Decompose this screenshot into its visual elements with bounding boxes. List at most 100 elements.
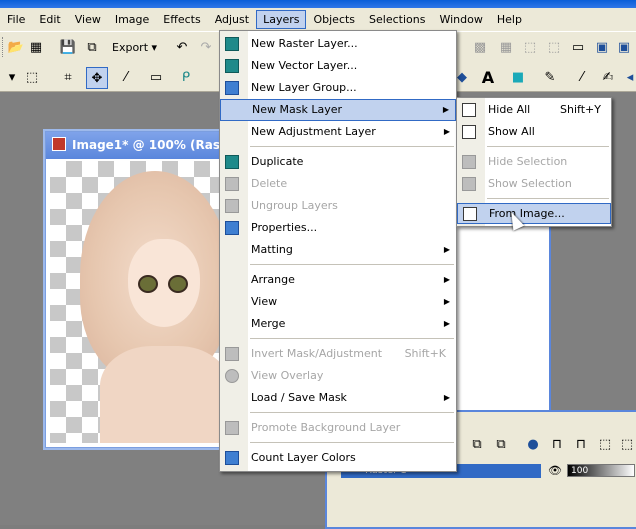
new-layer-group-icon bbox=[225, 81, 239, 95]
pan-arrow-icon[interactable]: ▾ bbox=[2, 67, 22, 87]
artwork-body bbox=[100, 346, 220, 443]
properties-icon bbox=[225, 221, 239, 235]
menu-item-invert-mask[interactable]: Invert Mask/Adjustment Shift+K bbox=[220, 344, 456, 364]
menu-view[interactable]: View bbox=[68, 10, 108, 29]
export-label: Export bbox=[112, 41, 149, 54]
select-icon[interactable]: ▩ bbox=[470, 37, 490, 57]
menu-separator bbox=[487, 198, 609, 199]
fill-icon[interactable]: ⬚ bbox=[544, 37, 564, 57]
submenu-item-from-image[interactable]: From Image... bbox=[457, 203, 611, 224]
lasso-icon[interactable]: ᑭ bbox=[176, 67, 196, 87]
menu-item-merge[interactable]: Merge ▶ bbox=[220, 314, 456, 334]
menu-item-delete[interactable]: Delete bbox=[220, 174, 456, 194]
image-icon[interactable]: ▣ bbox=[614, 37, 634, 57]
image-doc-icon bbox=[52, 137, 66, 151]
pick-tool-icon[interactable]: ⁄ bbox=[116, 67, 136, 87]
menu-image[interactable]: Image bbox=[108, 10, 156, 29]
visibility-eye-icon[interactable]: 👁 bbox=[545, 460, 565, 480]
palette-tool-icon-3[interactable]: ● bbox=[523, 434, 543, 454]
redo-icon[interactable]: ↷ bbox=[196, 37, 216, 57]
menu-effects[interactable]: Effects bbox=[156, 10, 207, 29]
opacity-value: 100 bbox=[571, 466, 589, 476]
submenu-item-show-selection[interactable]: Show Selection bbox=[457, 174, 611, 194]
menu-item-arrange[interactable]: Arrange ▶ bbox=[220, 270, 456, 290]
palette-tool-icon-5[interactable]: ⊓ bbox=[571, 434, 591, 454]
menu-item-view[interactable]: View ▶ bbox=[220, 292, 456, 312]
selection-tool-icon[interactable]: ⬚ bbox=[22, 67, 42, 87]
submenu-arrow-icon: ▶ bbox=[443, 127, 450, 136]
export-button[interactable]: Export ▾ bbox=[112, 41, 157, 54]
palette-icon[interactable]: ▣ bbox=[592, 37, 612, 57]
image-canvas[interactable] bbox=[50, 161, 220, 443]
image-window[interactable]: Image1* @ 100% (Raster bbox=[45, 131, 223, 448]
grid-icon[interactable]: ▦ bbox=[496, 37, 516, 57]
palette-tool-icon-2[interactable]: ⧉ bbox=[491, 434, 511, 454]
submenu-item-hide-selection[interactable]: Hide Selection bbox=[457, 152, 611, 172]
menu-item-properties[interactable]: Properties... bbox=[220, 218, 456, 238]
submenu-item-show-all[interactable]: Show All bbox=[457, 122, 611, 142]
pen-tool-icon[interactable]: ✎ bbox=[540, 67, 560, 87]
text-tool-icon[interactable]: A bbox=[478, 67, 498, 87]
menu-window[interactable]: Window bbox=[432, 10, 489, 29]
menu-item-label: Load / Save Mask bbox=[251, 391, 347, 404]
palette-tool-icon-1[interactable]: ⧉ bbox=[467, 434, 487, 454]
menu-item-new-adjustment-layer[interactable]: New Adjustment Layer ▶ bbox=[220, 122, 456, 142]
palette-tool-icon-6[interactable]: ⬚ bbox=[595, 434, 615, 454]
opacity-slider[interactable]: 100 bbox=[567, 464, 635, 477]
submenu-arrow-icon: ▶ bbox=[443, 319, 450, 328]
layers-menu: New Raster Layer... New Vector Layer... … bbox=[219, 30, 457, 472]
app-title-bar bbox=[0, 0, 636, 8]
hide-all-icon bbox=[462, 103, 476, 117]
menu-item-new-layer-group[interactable]: New Layer Group... bbox=[220, 78, 456, 98]
rect-select-icon[interactable]: ▭ bbox=[146, 67, 166, 87]
brush-icon[interactable]: ✍ bbox=[598, 67, 618, 87]
menu-separator bbox=[250, 146, 454, 147]
menu-item-new-raster-layer[interactable]: New Raster Layer... bbox=[220, 34, 456, 54]
menu-separator bbox=[250, 442, 454, 443]
menu-item-view-overlay[interactable]: View Overlay bbox=[220, 366, 456, 386]
submenu-arrow-icon: ▶ bbox=[443, 297, 450, 306]
menu-item-matting[interactable]: Matting ▶ bbox=[220, 240, 456, 260]
menu-selections[interactable]: Selections bbox=[362, 10, 432, 29]
shape-tool-icon[interactable]: ■ bbox=[508, 67, 528, 87]
submenu-item-hide-all[interactable]: Hide All Shift+Y bbox=[457, 100, 611, 120]
menu-item-promote-background[interactable]: Promote Background Layer bbox=[220, 418, 456, 438]
mask-layer-submenu: Hide All Shift+Y Show All Hide Selection … bbox=[456, 97, 612, 227]
save-icon[interactable]: 💾 bbox=[58, 37, 78, 57]
menu-item-load-save-mask[interactable]: Load / Save Mask ▶ bbox=[220, 388, 456, 408]
crop-tool-icon[interactable]: ⌗ bbox=[58, 67, 78, 87]
move-tool-icon[interactable]: ✥ bbox=[86, 67, 108, 89]
menu-item-ungroup-layers[interactable]: Ungroup Layers bbox=[220, 196, 456, 216]
menu-edit[interactable]: Edit bbox=[32, 10, 67, 29]
menu-item-count-layer-colors[interactable]: Count Layer Colors bbox=[220, 448, 456, 468]
crop-icon[interactable]: ⬚ bbox=[520, 37, 540, 57]
new-raster-layer-icon bbox=[225, 37, 239, 51]
menu-item-label: Show Selection bbox=[488, 177, 572, 190]
menu-item-new-vector-layer[interactable]: New Vector Layer... bbox=[220, 56, 456, 76]
menu-item-new-mask-layer[interactable]: New Mask Layer ▶ bbox=[220, 99, 456, 121]
palette-tool-icon-7[interactable]: ⬚ bbox=[617, 434, 636, 454]
submenu-arrow-icon: ▶ bbox=[443, 393, 450, 402]
submenu-arrow-icon: ▶ bbox=[443, 245, 450, 254]
count-colors-icon bbox=[225, 451, 239, 465]
image-window-title-bar[interactable]: Image1* @ 100% (Raster bbox=[46, 132, 222, 159]
palette-tool-icon-4[interactable]: ⊓ bbox=[547, 434, 567, 454]
scroll-right-icon[interactable]: ◂ bbox=[620, 67, 636, 87]
script-icon[interactable]: ▭ bbox=[568, 37, 588, 57]
submenu-arrow-icon: ▶ bbox=[443, 275, 450, 284]
menu-help[interactable]: Help bbox=[490, 10, 529, 29]
menu-item-duplicate[interactable]: Duplicate bbox=[220, 152, 456, 172]
menu-separator bbox=[250, 338, 454, 339]
save-as-icon[interactable]: ⧉ bbox=[82, 37, 102, 57]
menu-adjust[interactable]: Adjust bbox=[208, 10, 256, 29]
menu-item-label: New Raster Layer... bbox=[251, 37, 358, 50]
menu-objects[interactable]: Objects bbox=[306, 10, 362, 29]
menu-layers[interactable]: Layers bbox=[256, 10, 307, 29]
dropper-icon[interactable]: ⁄ bbox=[572, 67, 592, 87]
menu-file[interactable]: File bbox=[0, 10, 32, 29]
undo-icon[interactable]: ↶ bbox=[172, 37, 192, 57]
menu-item-shortcut: Shift+K bbox=[404, 347, 446, 360]
ungroup-icon bbox=[225, 199, 239, 213]
open-folder-icon[interactable]: 📂 bbox=[6, 37, 26, 57]
browse-icon[interactable]: ▦ bbox=[26, 37, 46, 57]
